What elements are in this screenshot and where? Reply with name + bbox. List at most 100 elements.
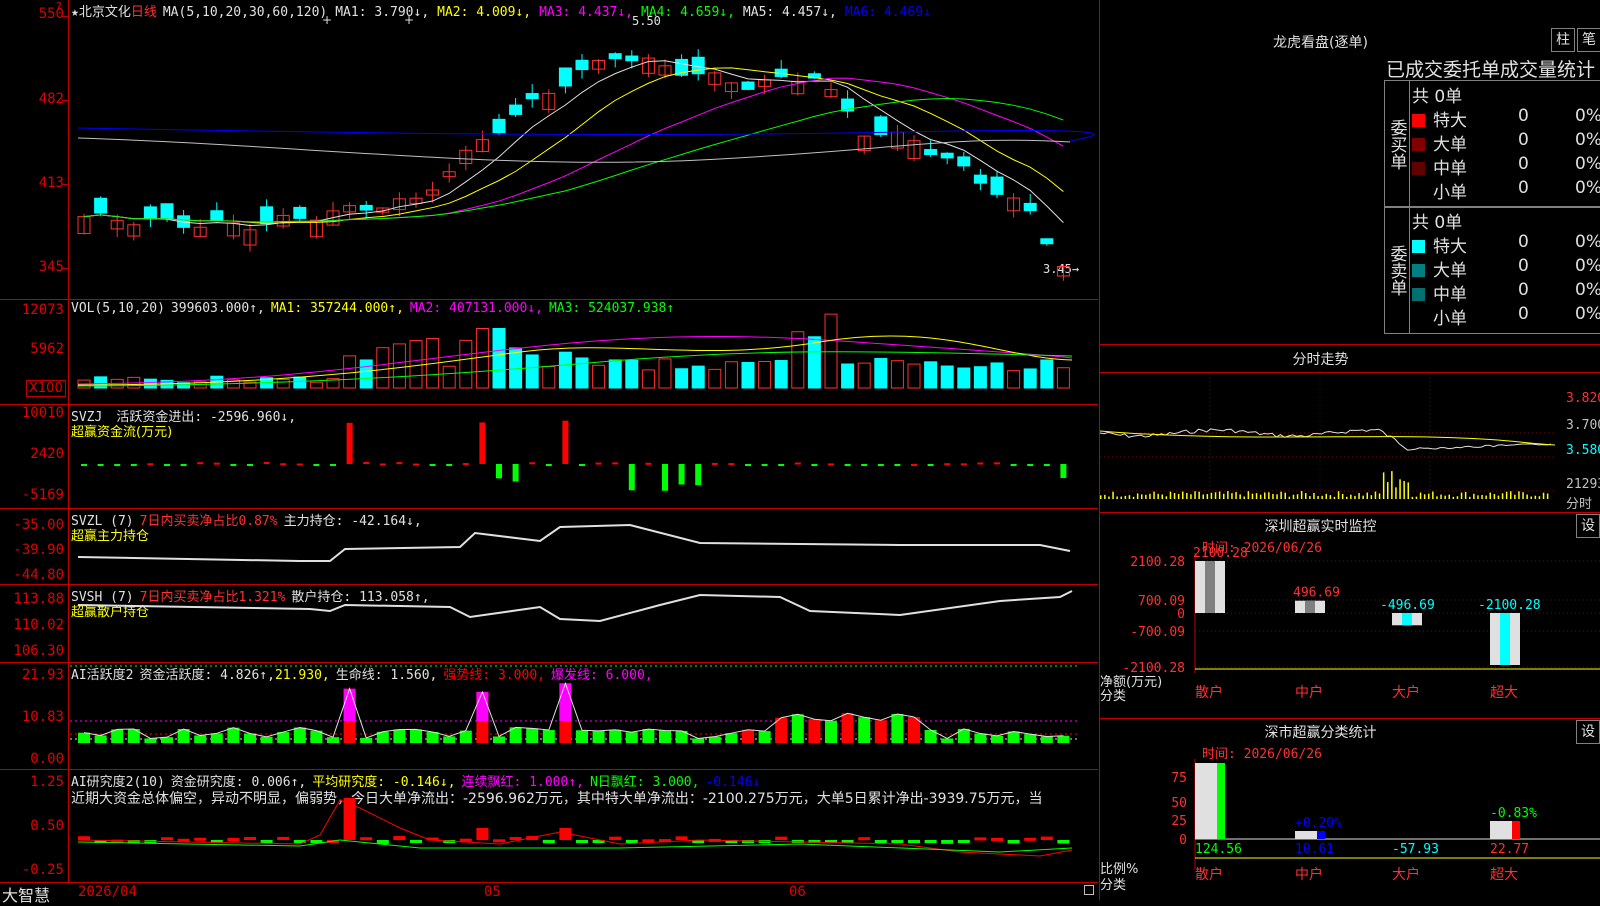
volume-bar: [907, 363, 921, 389]
flow-bar: [745, 464, 751, 466]
volume-bar: [973, 366, 987, 389]
research-bar: [1040, 836, 1053, 840]
ai-activity-chart[interactable]: [0, 663, 1098, 769]
volume-bar: [791, 331, 805, 389]
intraday-vol-bar: [1387, 482, 1389, 499]
intraday-vol-bar: [1120, 496, 1122, 499]
row-count: 0: [1518, 232, 1529, 252]
column-toggle-button[interactable]: 柱: [1551, 28, 1575, 52]
candle-body: [558, 67, 572, 87]
activity-bar: [991, 735, 1003, 743]
longhu-panel: 龙虎看盘(逐单) 柱 笔 已成交委托单成交量统计 委买单 共 0单 特大 0 0% 大…: [1099, 0, 1600, 345]
ai-research-chart[interactable]: [0, 770, 1098, 882]
volume-bar: [558, 351, 572, 389]
y-label: 75: [1171, 771, 1187, 786]
intraday-panel[interactable]: 分时走势 3.820 3.700 3.580 21293 分时: [1099, 345, 1600, 513]
volume-bar: [924, 361, 938, 389]
svzl-chart[interactable]: [0, 509, 1098, 584]
activity-bar: [725, 733, 738, 743]
lock-icon[interactable]: [1084, 885, 1094, 895]
research-bar: [775, 836, 788, 840]
row-count: 0: [1518, 256, 1529, 276]
flow-bar: [213, 462, 220, 465]
intraday-vol-bar: [1177, 494, 1180, 499]
intraday-chart[interactable]: [1100, 345, 1600, 512]
research-bar: [410, 840, 422, 843]
flow-bar: [927, 464, 934, 466]
flow-bar: [711, 462, 718, 465]
intraday-vol-bar: [1481, 494, 1483, 499]
research-bar: [78, 836, 90, 840]
candle-body: [260, 206, 274, 224]
volume-bar: [658, 358, 672, 389]
research-bar: [675, 836, 688, 840]
intraday-vol-bar: [1510, 491, 1512, 499]
intraday-vol-bar: [1538, 496, 1541, 499]
flow-bar: [612, 462, 619, 465]
tick-toggle-button[interactable]: 笔: [1577, 28, 1600, 52]
kline-panel[interactable]: 550 482 413 345 ? ★北京文化日线 MA(5,10,20,30,6…: [0, 0, 1098, 300]
vol-ma-line: [77, 335, 1073, 386]
flow-bar: [1060, 464, 1067, 478]
volume-bar: [857, 362, 871, 389]
category-label: 中户: [1295, 684, 1323, 701]
research-bar: [1024, 837, 1037, 841]
intraday-vol-bar: [1436, 496, 1438, 499]
volume-bar: [758, 360, 772, 389]
row-name: 小单: [1433, 309, 1467, 329]
flow-bar: [429, 464, 436, 466]
flow-bar: [363, 462, 370, 465]
intraday-vol-bar: [1190, 494, 1192, 499]
svsh-panel[interactable]: 113.88 110.02 106.30 SVSH (7) 7日内买卖净占比1.3…: [0, 585, 1098, 663]
intraday-vol-bar: [1132, 496, 1135, 499]
intraday-vol-bar: [1305, 493, 1307, 499]
row-pct: 0%: [1575, 130, 1600, 150]
volume-bar: [376, 347, 390, 389]
svzj-chart[interactable]: [0, 405, 1098, 508]
ai-activity-panel[interactable]: 21.93 10.83 0.00 AI活跃度2 资金活跃度: 4.826↑,21.…: [0, 663, 1098, 770]
volume-bar: [542, 366, 556, 389]
intraday-vol-bar: [1428, 493, 1430, 499]
intraday-vol-bar: [1546, 493, 1549, 499]
intraday-vol-bar: [1497, 495, 1500, 499]
volume-bar: [343, 355, 357, 389]
intraday-vol-bar: [1218, 491, 1221, 499]
flow-bar: [828, 463, 834, 466]
intraday-vol-bar: [1227, 491, 1229, 499]
candle-body: [94, 197, 108, 214]
color-swatch: [1412, 114, 1425, 127]
svsh-chart[interactable]: [0, 585, 1098, 662]
research-bar: [874, 840, 887, 843]
color-swatch: [1412, 186, 1425, 199]
intraday-vol-bar: [1194, 491, 1196, 499]
flow-bar: [114, 464, 121, 466]
longhu-subtitle: 已成交委托单成交量统计: [1386, 59, 1596, 81]
volume-chart[interactable]: [0, 300, 1098, 404]
intraday-vol-bar: [1153, 491, 1155, 499]
svzj-panel[interactable]: 10010 2420 -5169 SVZJ 活跃资金进出: -2596.960↓,…: [0, 405, 1098, 509]
svzl-panel[interactable]: -35.00 -39.90 -44.80 SVZL (7) 7日内买卖净占比0.8…: [0, 509, 1098, 585]
activity-bar: [841, 713, 854, 743]
intraday-vol-bar: [1104, 494, 1106, 499]
intraday-vol-bar: [1264, 492, 1266, 499]
y-label: -700.09: [1130, 625, 1185, 640]
intraday-vol-bar: [1448, 494, 1450, 499]
intraday-vol-bar: [1534, 495, 1537, 499]
volume-bar: [309, 381, 323, 389]
candle-body: [525, 93, 539, 100]
ma5-line: [77, 137, 1071, 163]
activity-bar: [1040, 736, 1053, 743]
flow-bar-shade: [1205, 561, 1215, 613]
volume-bar: [459, 339, 473, 389]
row-pct: 0%: [1575, 106, 1600, 126]
candle-body: [924, 149, 938, 156]
y-label: 2100.28: [1130, 555, 1185, 570]
candle-body: [143, 206, 157, 220]
intraday-vol-bar: [1350, 494, 1352, 499]
intraday-vol-bar: [1526, 494, 1528, 499]
flow-bar: [446, 464, 453, 466]
kline-chart[interactable]: + +: [0, 0, 1098, 299]
volume-panel[interactable]: 12073 5962 X100 VOL(5,10,20) 399603.000↑,…: [0, 300, 1098, 405]
sz-class-chart: 75 50 25 0 124.56 散户 +0.20% 10.61 中户 -57.93 大户 -0.8…: [1171, 759, 1600, 883]
ai-research-panel[interactable]: 1.25 0.50 -0.25 AI研究度2(10) 资金研究度: 0.006↑,…: [0, 770, 1098, 882]
